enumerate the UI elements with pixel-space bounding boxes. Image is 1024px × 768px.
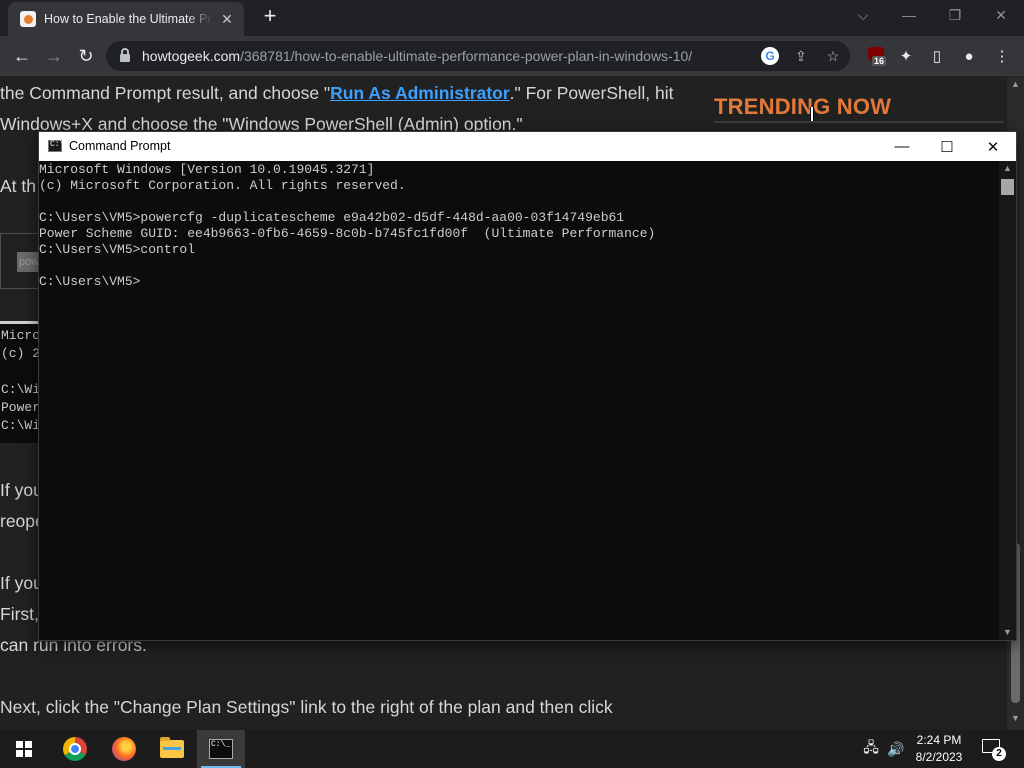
cmd-scrollbar-thumb[interactable] bbox=[1001, 179, 1014, 195]
network-icon[interactable]: 🖧 bbox=[858, 730, 884, 768]
command-prompt-icon: C:\ bbox=[48, 140, 64, 152]
tab-title: How to Enable the Ultimate Performance P… bbox=[44, 12, 212, 26]
console-prompt-line[interactable]: C:\Users\VM5> bbox=[39, 274, 999, 290]
browser-menu-icon[interactable]: ⋮ bbox=[990, 44, 1014, 68]
screenshot-text: Micro bbox=[1, 328, 40, 343]
tab-search-icon[interactable]: ⌵ bbox=[840, 0, 886, 30]
browser-tab[interactable]: How to Enable the Ultimate Performance P… bbox=[8, 2, 244, 36]
article-paragraph-line: First, bbox=[0, 604, 39, 624]
cmd-scroll-up-icon[interactable]: ▲ bbox=[999, 163, 1016, 173]
console-line: (c) Microsoft Corporation. All rights re… bbox=[39, 178, 406, 193]
run-as-administrator-link[interactable]: Run As Administrator bbox=[330, 83, 510, 103]
taskbar-file-explorer-button[interactable] bbox=[148, 730, 196, 768]
screenshot-text: Power bbox=[1, 400, 40, 415]
url-path: /368781/how-to-enable-ultimate-performan… bbox=[240, 48, 693, 64]
text-cursor-icon bbox=[810, 107, 814, 121]
cmd-close-button[interactable]: ✕ bbox=[970, 132, 1016, 161]
article-paragraph-line: If you bbox=[0, 573, 43, 593]
lock-icon[interactable] bbox=[120, 48, 130, 62]
cmd-minimize-button[interactable]: — bbox=[879, 132, 925, 161]
chrome-icon bbox=[63, 737, 87, 761]
screenshot-text: (c) 2 bbox=[1, 346, 40, 361]
trending-now-heading: TRENDING NOW bbox=[714, 94, 892, 119]
code-snippet-box[interactable]: pow bbox=[0, 233, 41, 289]
article-text: the Command Prompt result, and choose " bbox=[0, 83, 331, 103]
url-host: howtogeek.com bbox=[142, 48, 241, 64]
google-icon[interactable]: G bbox=[761, 47, 779, 65]
scroll-up-icon[interactable]: ▲ bbox=[1007, 79, 1024, 89]
side-panel-icon[interactable]: ▯ bbox=[925, 44, 949, 68]
console-line: Power Scheme GUID: ee4b9663-0fb6-4659-8c… bbox=[39, 226, 656, 241]
cmd-window-title: Command Prompt bbox=[69, 139, 171, 153]
notification-center-button[interactable]: 2 bbox=[982, 739, 1006, 761]
article-paragraph-line: Next, click the "Change Plan Settings" l… bbox=[0, 697, 613, 717]
browser-tab-bar: How to Enable the Ultimate Performance P… bbox=[0, 0, 1024, 36]
console-line: Microsoft Windows [Version 10.0.19045.32… bbox=[39, 162, 375, 177]
cmd-console-output[interactable]: Microsoft Windows [Version 10.0.19045.32… bbox=[39, 161, 999, 640]
trending-divider bbox=[714, 121, 1004, 123]
window-restore-button[interactable]: ❐ bbox=[932, 0, 978, 30]
share-icon[interactable]: ⇪ bbox=[792, 47, 810, 65]
forward-icon[interactable]: → bbox=[41, 43, 67, 69]
window-minimize-button[interactable]: — bbox=[886, 0, 932, 30]
volume-icon[interactable]: 🔊 bbox=[884, 730, 908, 768]
cmd-maximize-button[interactable]: ☐ bbox=[924, 132, 970, 161]
taskbar-command-prompt-button[interactable]: C:\_ bbox=[197, 730, 245, 768]
url-text[interactable]: howtogeek.com/368781/how-to-enable-ultim… bbox=[142, 48, 692, 64]
ublock-count-badge: 16 bbox=[872, 56, 887, 66]
back-icon[interactable]: ← bbox=[9, 43, 35, 69]
reload-icon[interactable]: ↻ bbox=[73, 43, 99, 69]
article-text: ." For PowerShell, hit bbox=[509, 83, 674, 103]
howtogeek-favicon-icon bbox=[20, 11, 36, 27]
firefox-icon bbox=[112, 737, 136, 761]
taskbar-firefox-button[interactable] bbox=[100, 730, 148, 768]
window-close-button[interactable]: ✕ bbox=[978, 0, 1024, 30]
cmd-title-bar[interactable]: C:\ Command Prompt — ☐ ✕ bbox=[39, 132, 1016, 161]
taskbar-chrome-button[interactable] bbox=[51, 730, 99, 768]
start-button[interactable] bbox=[0, 730, 48, 768]
article-paragraph-line: At th bbox=[0, 176, 36, 196]
screenshot-text: C:\Wi bbox=[1, 382, 40, 397]
taskbar-clock[interactable]: 2:24 PM 8/2/2023 bbox=[906, 732, 972, 766]
ublock-origin-icon[interactable]: 16 bbox=[866, 46, 887, 66]
address-bar[interactable]: howtogeek.com/368781/how-to-enable-ultim… bbox=[106, 41, 850, 71]
screenshot-text: C:\Wi bbox=[1, 418, 40, 433]
bookmark-star-icon[interactable]: ☆ bbox=[824, 47, 842, 65]
tab-close-icon[interactable]: ✕ bbox=[218, 11, 236, 28]
article-paragraph-line: If you bbox=[0, 480, 43, 500]
command-prompt-window[interactable]: C:\ Command Prompt — ☐ ✕ Microsoft Windo… bbox=[38, 131, 1017, 641]
command-prompt-icon: C:\_ bbox=[209, 739, 233, 759]
cmd-scroll-down-icon[interactable]: ▼ bbox=[999, 627, 1016, 637]
console-line: C:\Users\VM5>control bbox=[39, 242, 196, 257]
article-cmd-screenshot: Micro (c) 2 C:\Wi Power C:\Wi bbox=[0, 321, 40, 443]
article-paragraph-line: the Command Prompt result, and choose "R… bbox=[0, 83, 673, 104]
console-line: C:\Users\VM5>powercfg -duplicatescheme e… bbox=[39, 210, 625, 225]
clock-time: 2:24 PM bbox=[916, 733, 962, 747]
windows-taskbar: C:\_ 🖧 🔊 2:24 PM 8/2/2023 2 bbox=[0, 730, 1024, 768]
windows-logo-icon bbox=[16, 741, 32, 757]
new-tab-button[interactable]: + bbox=[258, 5, 282, 29]
folder-icon bbox=[160, 737, 184, 758]
notification-count-badge: 2 bbox=[992, 747, 1006, 761]
extensions-puzzle-icon[interactable]: ✦ bbox=[894, 44, 918, 68]
cmd-scrollbar[interactable]: ▲ ▼ bbox=[999, 161, 1016, 640]
scroll-down-icon[interactable]: ▼ bbox=[1007, 713, 1024, 723]
profile-avatar-icon[interactable]: ● bbox=[957, 44, 981, 68]
clock-date: 8/2/2023 bbox=[915, 750, 963, 764]
